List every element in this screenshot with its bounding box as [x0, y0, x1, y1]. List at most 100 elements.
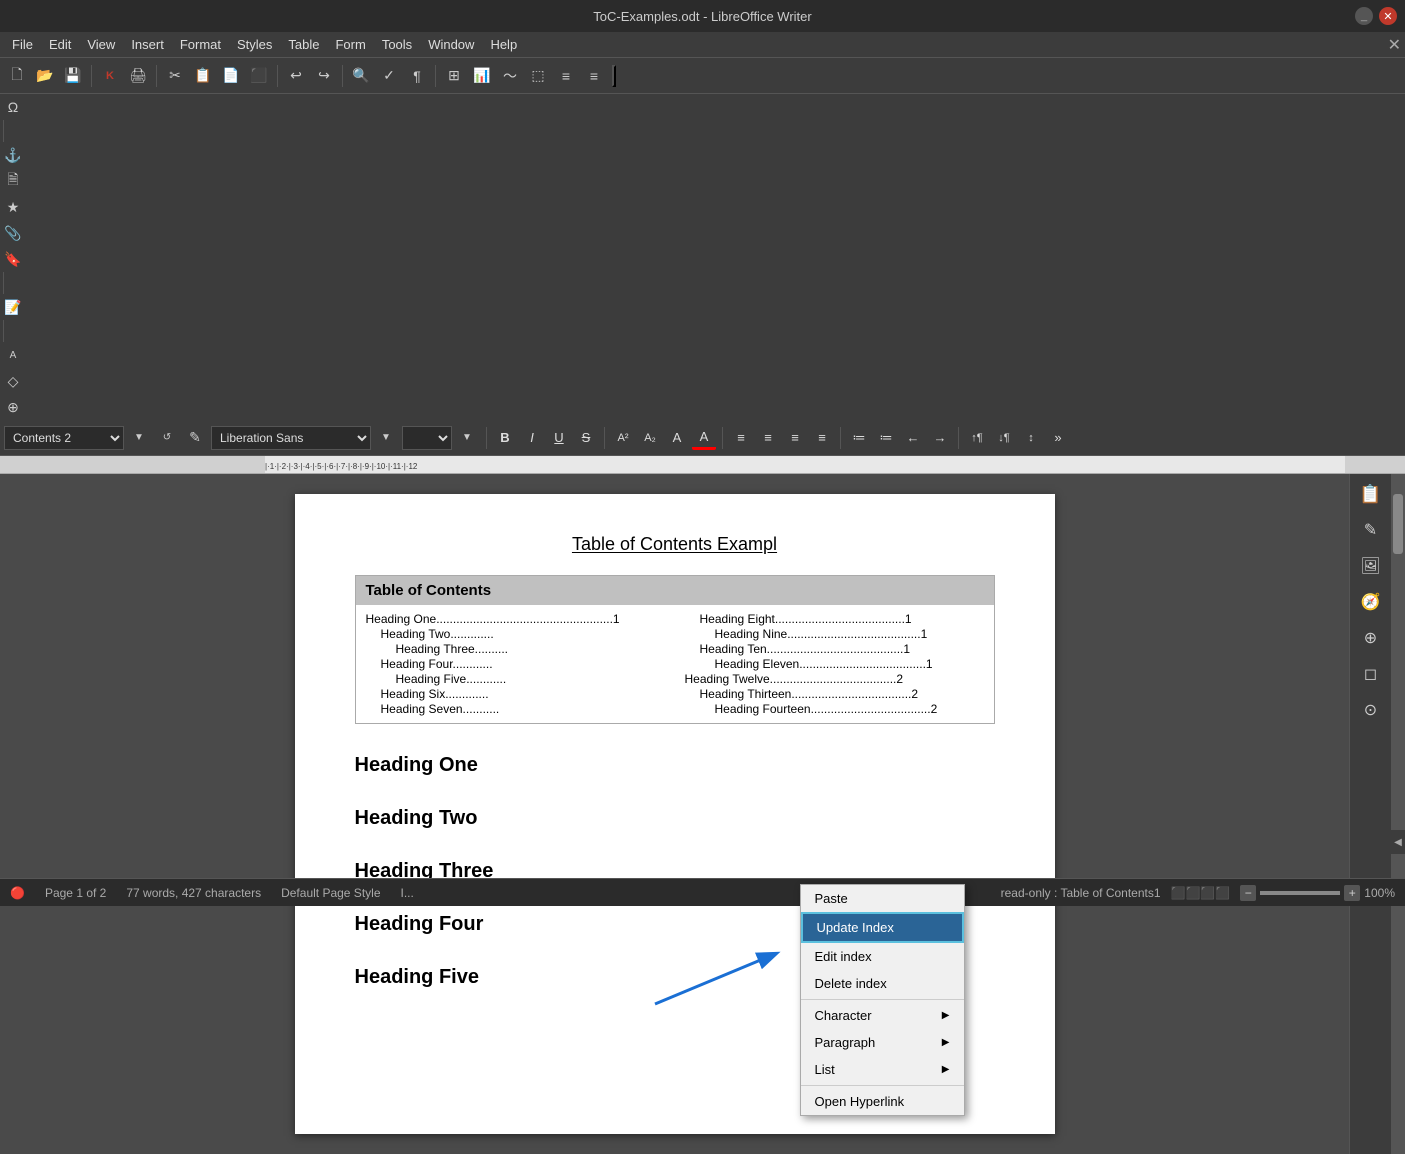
align-left-button[interactable]: ≡: [729, 426, 753, 450]
minimize-button[interactable]: _: [1355, 7, 1373, 25]
menu-view[interactable]: View: [79, 34, 123, 55]
navigator-button[interactable]: 🧭: [1357, 588, 1385, 616]
paragraph-marks-button[interactable]: ¶: [404, 63, 430, 89]
bullets-button[interactable]: ≔: [847, 426, 871, 450]
menu-file[interactable]: File: [4, 34, 41, 55]
star-button[interactable]: ★: [0, 194, 26, 220]
bold-button[interactable]: B: [493, 426, 517, 450]
scrollbar-thumb[interactable]: [1393, 494, 1403, 554]
indent-more-button[interactable]: →: [928, 426, 952, 450]
accessibility-button[interactable]: ⊙: [1357, 696, 1385, 724]
toc-item: Heading Fourteen........................…: [685, 702, 984, 716]
ctx-delete-index[interactable]: Delete index: [801, 970, 964, 997]
more-button[interactable]: »: [1046, 426, 1070, 450]
textbox-button[interactable]: 🗎: [0, 168, 26, 194]
align-center-button[interactable]: ≡: [756, 426, 780, 450]
style-update-btn[interactable]: ↺: [154, 425, 180, 451]
list1-button[interactable]: ≡: [553, 63, 579, 89]
menu-form[interactable]: Form: [327, 34, 373, 55]
menu-styles[interactable]: Styles: [229, 34, 280, 55]
para-spacing-up-button[interactable]: ↑¶: [965, 426, 989, 450]
cut-button[interactable]: ✂: [162, 63, 188, 89]
scrollbar[interactable]: ◀: [1391, 474, 1405, 1154]
menu-tools[interactable]: Tools: [374, 34, 420, 55]
menu-table[interactable]: Table: [280, 34, 327, 55]
list2-button[interactable]: ≡: [581, 63, 607, 89]
menu-help[interactable]: Help: [482, 34, 525, 55]
close-doc-button[interactable]: ✕: [1388, 35, 1401, 55]
undo-button[interactable]: ↩: [283, 63, 309, 89]
title-bar: ToC-Examples.odt - LibreOffice Writer _ …: [0, 0, 1405, 32]
clip-button[interactable]: 📎: [0, 220, 26, 246]
menu-format[interactable]: Format: [172, 34, 229, 55]
font-color-button[interactable]: A: [692, 426, 716, 450]
char-highlight-button[interactable]: A: [665, 426, 689, 450]
paragraph-style-select[interactable]: Contents 2: [4, 426, 124, 450]
align-right-button[interactable]: ≡: [783, 426, 807, 450]
style-inspector-button[interactable]: ◻: [1357, 660, 1385, 688]
strikethrough-button[interactable]: S: [574, 426, 598, 450]
align-justify-button[interactable]: ≡: [810, 426, 834, 450]
linespacing-button[interactable]: ↕: [1019, 426, 1043, 450]
expand-button[interactable]: ◀: [1391, 830, 1405, 854]
font-name-select[interactable]: Liberation Sans: [211, 426, 371, 450]
note-button[interactable]: 📝: [0, 294, 26, 320]
spellcheck-button[interactable]: ✓: [376, 63, 402, 89]
lines-button[interactable]: 〜: [497, 63, 523, 89]
find-button[interactable]: 🔍: [348, 63, 374, 89]
toc-header: Table of Contents: [356, 576, 994, 605]
style-dropdown-btn[interactable]: ▼: [126, 425, 152, 451]
font-dropdown-btn[interactable]: ▼: [373, 425, 399, 451]
ctx-open-hyperlink[interactable]: Open Hyperlink: [801, 1088, 964, 1115]
zoom-slider[interactable]: [1260, 891, 1340, 895]
zoom-out-button[interactable]: −: [1240, 885, 1256, 901]
ctx-paste[interactable]: Paste: [801, 885, 964, 912]
ctx-edit-index[interactable]: Edit index: [801, 943, 964, 970]
redo-button[interactable]: ↪: [311, 63, 337, 89]
ctx-update-index[interactable]: Update Index: [801, 912, 964, 943]
superscript-button[interactable]: A²: [611, 426, 635, 450]
font-size-select[interactable]: [402, 426, 452, 450]
special-char-button[interactable]: Ω: [0, 94, 26, 120]
menu-insert[interactable]: Insert: [123, 34, 172, 55]
menu-window[interactable]: Window: [420, 34, 482, 55]
ctx-character[interactable]: Character ▶: [801, 1002, 964, 1029]
bookmark-button[interactable]: 🔖: [0, 246, 26, 272]
pdf-button[interactable]: K: [97, 63, 123, 89]
menu-bar: File Edit View Insert Format Styles Tabl…: [0, 32, 1405, 58]
doc-area[interactable]: Table of Contents Exampl Table of Conten…: [0, 474, 1349, 1154]
zoom-in-button[interactable]: +: [1344, 885, 1360, 901]
new-button[interactable]: 🗋: [4, 63, 30, 89]
color-button[interactable]: A: [0, 342, 26, 368]
properties-button[interactable]: 📋: [1357, 480, 1385, 508]
style-new-btn[interactable]: ✎: [182, 425, 208, 451]
styles-button[interactable]: ✎: [1357, 516, 1385, 544]
underline-button[interactable]: U: [547, 426, 571, 450]
clone-button[interactable]: ⬛: [246, 63, 272, 89]
ctx-paragraph[interactable]: Paragraph ▶: [801, 1029, 964, 1056]
numbering-button[interactable]: ≔: [874, 426, 898, 450]
ctx-list[interactable]: List ▶: [801, 1056, 964, 1083]
gallery-button[interactable]: 🖼: [1357, 552, 1385, 580]
subscript-button[interactable]: A₂: [638, 426, 662, 450]
copy-button[interactable]: 📋: [190, 63, 216, 89]
functions-button[interactable]: ⊕: [1357, 624, 1385, 652]
print-button[interactable]: 🖨: [125, 63, 151, 89]
shapes-button[interactable]: ◇: [0, 368, 26, 394]
menu-edit[interactable]: Edit: [41, 34, 79, 55]
para-spacing-down-button[interactable]: ↓¶: [992, 426, 1016, 450]
size-dropdown-btn[interactable]: ▼: [454, 425, 480, 451]
save-button[interactable]: 💾: [60, 63, 86, 89]
zoom-button[interactable]: ⊕: [0, 394, 26, 420]
table-button[interactable]: ⊞: [441, 63, 467, 89]
fields-button[interactable]: ⬚: [525, 63, 551, 89]
open-button[interactable]: 📂: [32, 63, 58, 89]
close-button[interactable]: ✕: [1379, 7, 1397, 25]
indent-less-button[interactable]: ←: [901, 426, 925, 450]
chart-button[interactable]: 📊: [469, 63, 495, 89]
main-area: Table of Contents Exampl Table of Conten…: [0, 474, 1405, 1154]
anchor-button[interactable]: ⚓: [0, 142, 26, 168]
status-words: 77 words, 427 characters: [126, 886, 261, 900]
paste-button[interactable]: 📄: [218, 63, 244, 89]
italic-button[interactable]: I: [520, 426, 544, 450]
